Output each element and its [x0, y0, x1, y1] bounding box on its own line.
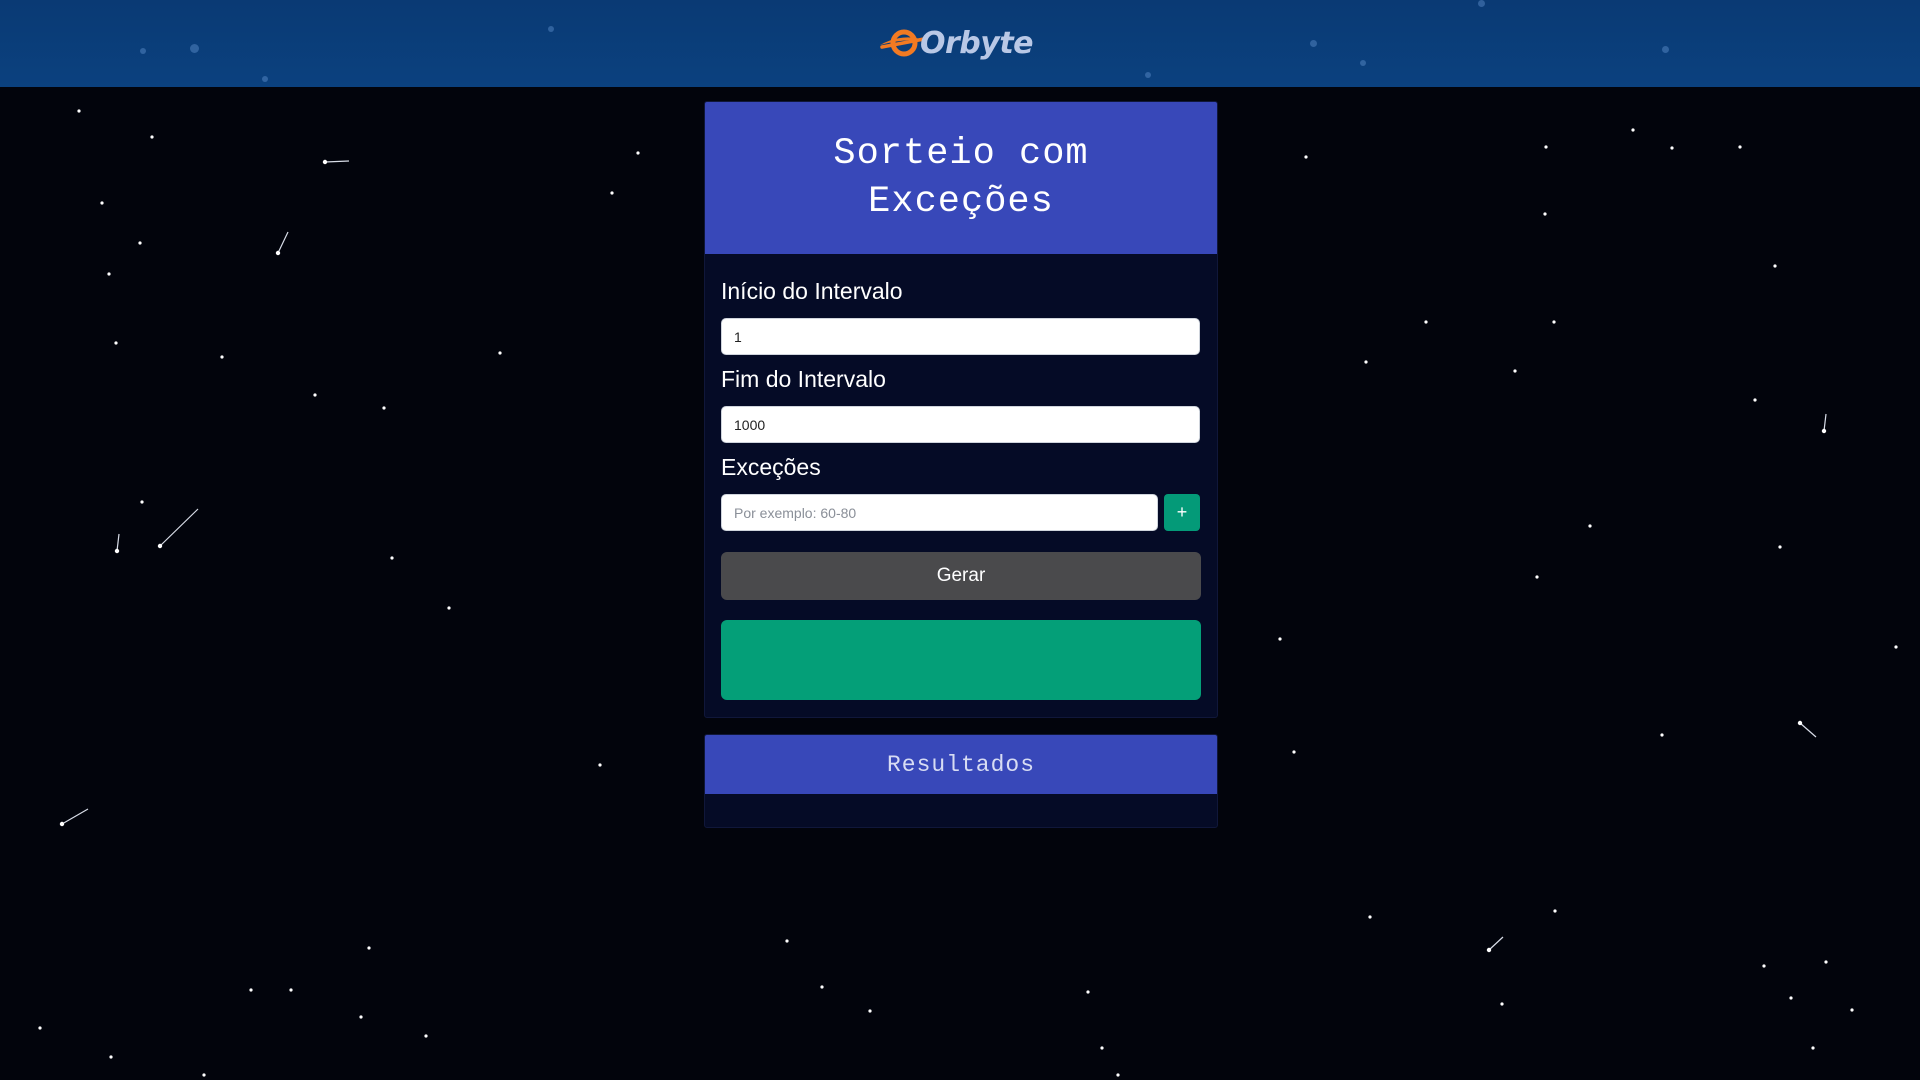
exceptions-label: Exceções [721, 454, 821, 480]
star [868, 1009, 872, 1013]
star [1762, 964, 1766, 968]
star [1850, 1008, 1854, 1012]
star [1278, 637, 1282, 641]
star [1631, 128, 1635, 132]
star [820, 985, 824, 989]
star [1552, 320, 1556, 324]
star [114, 341, 118, 345]
star [1670, 146, 1674, 150]
star [38, 1026, 42, 1030]
star [424, 1034, 428, 1038]
star [390, 556, 394, 560]
star [138, 241, 142, 245]
shooting-star [1488, 936, 1504, 951]
top-navbar: Orbyte [0, 0, 1920, 87]
star [1368, 915, 1372, 919]
logo-wordmark: Orbyte [920, 25, 1034, 61]
star [249, 988, 253, 992]
star [359, 1015, 363, 1019]
start-label: Início do Intervalo [721, 278, 903, 304]
star [1789, 996, 1793, 1000]
star [1778, 545, 1782, 549]
star [1500, 1002, 1504, 1006]
end-input[interactable] [721, 406, 1200, 443]
star [109, 1055, 113, 1059]
star [1292, 750, 1296, 754]
star [785, 939, 789, 943]
shooting-star [277, 231, 289, 254]
star [59, 821, 65, 827]
star [1811, 1046, 1815, 1050]
results-card: Resultados [704, 734, 1218, 828]
star [100, 201, 104, 205]
page-title: Sorteio com Exceções [833, 133, 1089, 223]
star [322, 159, 328, 165]
star [1086, 990, 1090, 994]
end-label: Fim do Intervalo [721, 366, 886, 392]
star [313, 393, 317, 397]
drawn-number-display [721, 620, 1201, 700]
star [1100, 1046, 1104, 1050]
star [636, 151, 640, 155]
start-input[interactable] [721, 318, 1200, 355]
star [1304, 155, 1308, 159]
star [1753, 398, 1757, 402]
star [140, 500, 144, 504]
star [1821, 428, 1827, 434]
results-title: Resultados [886, 751, 1036, 778]
star [157, 543, 163, 549]
star [275, 250, 281, 256]
star [1824, 960, 1828, 964]
star [150, 135, 154, 139]
star [114, 548, 120, 554]
star [1738, 145, 1742, 149]
generate-button[interactable]: Gerar [721, 552, 1201, 600]
star [1424, 320, 1428, 324]
planet-logo-icon [880, 29, 926, 57]
star [610, 191, 614, 195]
star [498, 351, 502, 355]
star [1486, 947, 1492, 953]
star [1535, 575, 1539, 579]
star [289, 988, 293, 992]
draw-form-card: Sorteio com Exceções Início do Intervalo… [704, 101, 1218, 718]
star [1660, 733, 1664, 737]
orbyte-logo[interactable]: Orbyte [878, 22, 1034, 64]
star [1773, 264, 1777, 268]
page: Orbyte Sorteio com Exceções Início do In… [0, 0, 1920, 1080]
form-header: Sorteio com Exceções [705, 102, 1217, 254]
star [77, 109, 81, 113]
exceptions-row: + [721, 494, 1201, 531]
star [382, 406, 386, 410]
shooting-star [116, 533, 120, 552]
star [447, 606, 451, 610]
shooting-star [324, 160, 350, 163]
star [1513, 369, 1517, 373]
star [1543, 212, 1547, 216]
star [1588, 524, 1592, 528]
add-exception-button[interactable]: + [1164, 494, 1200, 531]
exceptions-input[interactable] [721, 494, 1158, 531]
star [1116, 1073, 1120, 1077]
star [367, 946, 371, 950]
star [1894, 645, 1898, 649]
star [1553, 909, 1557, 913]
star [202, 1073, 206, 1077]
results-header: Resultados [705, 735, 1217, 794]
star [598, 763, 602, 767]
shooting-star [1799, 722, 1817, 738]
star [220, 355, 224, 359]
shooting-star [1823, 413, 1827, 432]
star [1364, 360, 1368, 364]
shooting-star [61, 808, 89, 825]
star [1544, 145, 1548, 149]
star [1797, 720, 1803, 726]
shooting-star [159, 508, 199, 547]
form-body: Início do Intervalo Fim do Intervalo Exc… [705, 254, 1217, 700]
star [107, 272, 111, 276]
